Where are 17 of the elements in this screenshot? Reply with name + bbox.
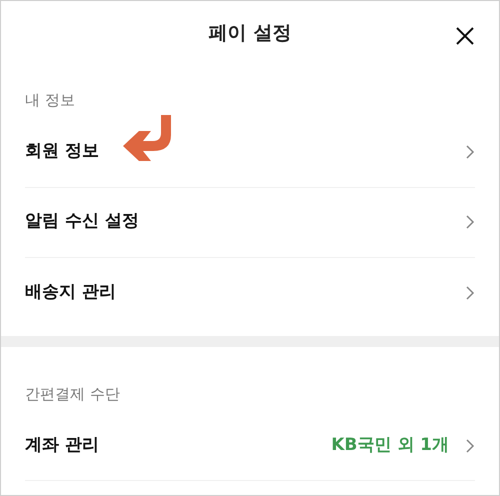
- menu-item[interactable]: 배송지 관리: [25, 258, 475, 328]
- section-label: 내 정보: [24, 90, 76, 111]
- menu-item[interactable]: 계좌 관리 KB국민 외 1개: [25, 411, 475, 481]
- chevron-icon: [465, 438, 475, 454]
- item-label: 배송지 관리: [25, 280, 116, 304]
- item-value: KB국민 외 1개: [331, 434, 449, 457]
- item-label: 알림 수신 설정: [25, 210, 139, 234]
- page-title: 페이 설정: [208, 20, 292, 46]
- chevron-icon: [465, 144, 475, 160]
- menu-item[interactable]: 회원 정보: [25, 118, 475, 188]
- item-label: 계좌 관리: [25, 434, 99, 457]
- item-label: 회원 정보: [25, 140, 99, 164]
- section-label: 간편결제 수단: [24, 384, 121, 404]
- menu-item[interactable]: 알림 수신 설정: [25, 188, 475, 258]
- chevron-icon: [465, 214, 475, 230]
- chevron-icon: [465, 284, 475, 300]
- close-icon: [455, 26, 475, 46]
